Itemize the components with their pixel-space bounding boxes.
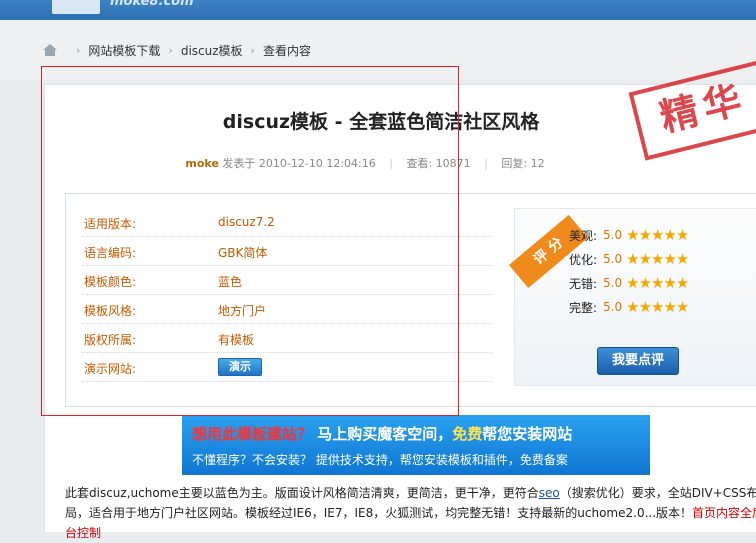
breadcrumb-separator: › [250,43,255,57]
breadcrumb-item-current: 查看内容 [262,43,311,58]
rating-row-errorfree: 无错: 5.0 ★★★★★ [569,273,689,293]
post-description: 此套discuz,uchome主要以蓝色为主。版面设计风格简洁清爽，更简洁，更干… [65,483,756,543]
desc-text-1: 此套discuz,uchome主要以蓝色为主。版面设计风格简洁清爽，更简洁，更干… [65,486,539,500]
meta-divider: | [484,157,488,170]
breadcrumb: › 网站模板下载 › discuz模板 › 查看内容 [42,40,311,60]
breadcrumb-separator: › [76,43,81,57]
star-rating-icon: ★★★★★ [626,298,689,316]
star-rating-icon: ★★★★★ [626,274,689,292]
banner-headline: 想用此模板建站？ 马上购买魔客空间，免费帮您安装网站 [192,423,572,444]
rating-row-optimization: 优化: 5.0 ★★★★★ [569,249,689,269]
review-button[interactable]: 我要点评 [597,347,679,375]
banner-text-d: 帮您安装网站 [482,425,573,443]
rating-row-looks: 美观: 5.0 ★★★★★ [569,225,689,245]
rating-score: 5.0 [603,228,623,242]
site-logo-text[interactable]: moke8.com [110,0,194,9]
banner-text-a: 想用此模板建站？ [192,425,313,443]
star-rating-icon: ★★★★★ [626,226,689,244]
breadcrumb-item-discuz[interactable]: discuz模板 [181,42,243,59]
reply-count: 回复: 12 [501,157,545,170]
rating-score: 5.0 [603,300,623,314]
rating-label: 完整: [569,300,598,315]
highlight-frame [41,66,459,416]
rating-row-completeness: 完整: 5.0 ★★★★★ [569,297,689,317]
top-header-bar: moke8.com [0,0,756,20]
rating-score: 5.0 [603,276,623,290]
seo-link[interactable]: seo [539,486,560,500]
rating-label: 无错: [569,276,598,291]
desc-text-3: uchome2.0...版本！ [577,506,693,520]
star-rating-icon: ★★★★★ [626,250,689,268]
breadcrumb-separator: › [168,43,173,57]
hosting-ad-banner[interactable]: 想用此模板建站？ 马上购买魔客空间，免费帮您安装网站 不懂程序？不会安装？ 提供… [182,415,650,475]
site-logo-icon[interactable] [52,0,100,14]
home-icon[interactable] [42,43,58,57]
rating-score: 5.0 [603,252,623,266]
rating-panel: 评 分 美观: 5.0 ★★★★★ 优化: 5.0 ★★★★★ 无错: 5.0 … [509,208,756,386]
banner-text-b: 马上购买魔客空间， [317,425,453,443]
rating-label: 美观: [569,228,598,243]
banner-subline: 不懂程序？不会安装？ 提供技术支持，帮您安装模板和插件，免费备案 [192,453,568,467]
breadcrumb-item-templates[interactable]: 网站模板下载 [88,42,160,59]
banner-text-free: 免费 [452,425,483,443]
rating-label: 优化: [569,252,598,267]
